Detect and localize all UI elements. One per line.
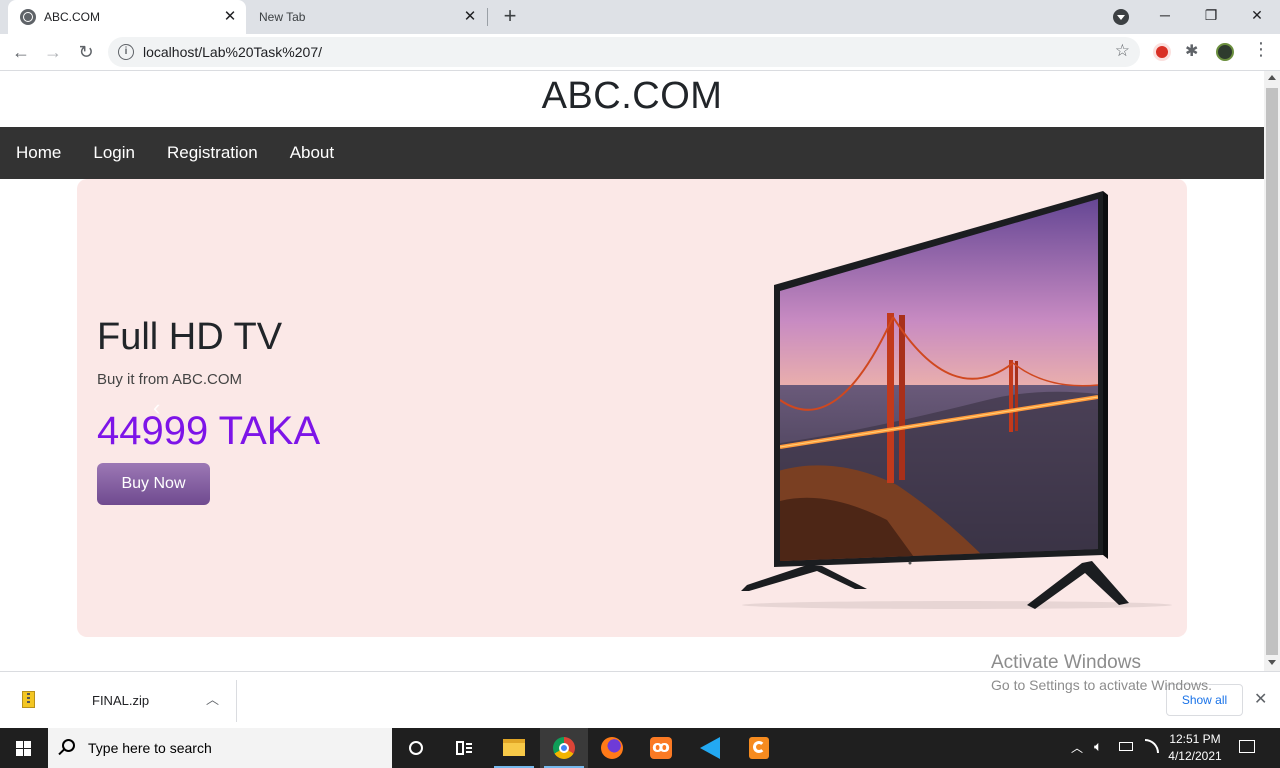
wifi-icon[interactable] xyxy=(1145,739,1159,753)
tab-divider xyxy=(487,8,488,26)
nav-registration[interactable]: Registration xyxy=(151,127,274,179)
chevron-up-icon[interactable]: ︿ xyxy=(206,689,219,708)
notifications-icon[interactable] xyxy=(1239,740,1255,753)
scroll-down-icon[interactable] xyxy=(1268,660,1276,665)
chrome-icon[interactable] xyxy=(540,728,588,768)
url-text[interactable]: localhost/Lab%20Task%207/ xyxy=(143,44,322,60)
zip-file-icon xyxy=(22,691,35,708)
chevron-up-tray-icon[interactable]: ︿ xyxy=(1071,739,1083,756)
clock-time: 12:51 PM xyxy=(1169,732,1221,746)
hero-title: Full HD TV xyxy=(97,316,283,358)
extension-icon[interactable] xyxy=(1153,43,1171,61)
info-icon[interactable]: i xyxy=(118,44,134,60)
watermark-subtitle: Go to Settings to activate Windows. xyxy=(991,677,1212,693)
tv-product-image xyxy=(741,191,1172,609)
hero-price: 44999 TAKA xyxy=(97,409,321,453)
forward-arrow-icon[interactable]: → xyxy=(40,39,66,65)
scroll-thumb[interactable] xyxy=(1266,88,1278,655)
close-tab-icon[interactable]: ✕ xyxy=(222,9,238,25)
pdf-reader-icon[interactable] xyxy=(735,728,783,768)
browser-tab-strip: ABC.COM ✕ New Tab ✕ + ─ ❐ ✕ xyxy=(0,0,1280,34)
nav-about[interactable]: About xyxy=(274,127,350,179)
tab-abc-com[interactable]: ABC.COM ✕ xyxy=(8,0,246,34)
vscode-icon[interactable] xyxy=(686,728,734,768)
new-tab-button[interactable]: + xyxy=(499,5,521,28)
tab-title: ABC.COM xyxy=(44,10,101,24)
shelf-divider xyxy=(236,680,237,722)
bookmark-star-icon[interactable]: ☆ xyxy=(1115,41,1130,61)
cortana-icon[interactable] xyxy=(392,728,440,768)
buy-now-button[interactable]: Buy Now xyxy=(97,463,210,505)
hero-subtitle: Buy it from ABC.COM xyxy=(97,371,243,388)
profile-avatar[interactable] xyxy=(1216,43,1234,61)
battery-icon[interactable] xyxy=(1119,742,1133,751)
firefox-icon[interactable] xyxy=(588,728,636,768)
address-bar[interactable]: i localhost/Lab%20Task%207/ ☆ xyxy=(108,37,1140,67)
scroll-up-icon[interactable] xyxy=(1268,75,1276,80)
nav-login[interactable]: Login xyxy=(77,127,151,179)
watermark-title: Activate Windows xyxy=(991,652,1141,673)
close-shelf-icon[interactable]: ✕ xyxy=(1254,689,1267,709)
task-view-icon[interactable] xyxy=(440,728,488,768)
tab-new-tab[interactable]: New Tab ✕ xyxy=(248,0,486,34)
menu-kebab-icon[interactable]: ⋮ xyxy=(1252,40,1270,58)
hero-carousel: Full HD TV Buy it from ABC.COM 44999 TAK… xyxy=(77,179,1187,637)
search-icon xyxy=(62,739,75,752)
page-scrollbar[interactable] xyxy=(1264,71,1280,671)
speaker-icon[interactable]: 🔈︎ xyxy=(1094,738,1102,755)
windows-start-icon[interactable] xyxy=(0,728,48,768)
activate-windows-watermark: Activate Windows Go to Settings to activ… xyxy=(991,652,1212,693)
puzzle-extensions-icon[interactable]: ✱ xyxy=(1185,41,1198,61)
taskbar-search-box[interactable]: Type here to search xyxy=(48,728,392,768)
file-explorer-icon[interactable] xyxy=(490,728,538,768)
download-file-name[interactable]: FINAL.zip xyxy=(92,693,149,708)
search-placeholder[interactable]: Type here to search xyxy=(88,740,212,756)
carousel-prev-icon[interactable]: ‹ xyxy=(153,395,160,421)
tab-title: New Tab xyxy=(259,10,306,24)
xampp-icon[interactable]: ꝏ xyxy=(637,728,685,768)
page-viewport: ABC.COM Home Login Registration About Fu… xyxy=(0,71,1264,671)
browser-toolbar: ← → ↻ i localhost/Lab%20Task%207/ ☆ ✱ ⋮ xyxy=(0,34,1280,71)
site-title: ABC.COM xyxy=(541,75,723,117)
minimize-button[interactable]: ─ xyxy=(1142,0,1188,30)
restore-button[interactable]: ❐ xyxy=(1188,0,1234,30)
reload-icon[interactable]: ↻ xyxy=(73,39,99,65)
windows-taskbar: Type here to search ꝏ ︿ 🔈︎ 12:51 PM 4/12… xyxy=(0,728,1280,768)
close-window-button[interactable]: ✕ xyxy=(1234,0,1280,30)
back-arrow-icon[interactable]: ← xyxy=(8,39,34,65)
close-tab-icon[interactable]: ✕ xyxy=(462,9,478,25)
taskbar-clock[interactable]: 12:51 PM 4/12/2021 xyxy=(1160,731,1230,765)
globe-icon xyxy=(20,9,36,25)
clock-date: 4/12/2021 xyxy=(1168,749,1222,763)
site-navbar: Home Login Registration About xyxy=(0,127,1264,179)
nav-home[interactable]: Home xyxy=(0,127,77,179)
tab-search-icon[interactable] xyxy=(1113,9,1129,25)
